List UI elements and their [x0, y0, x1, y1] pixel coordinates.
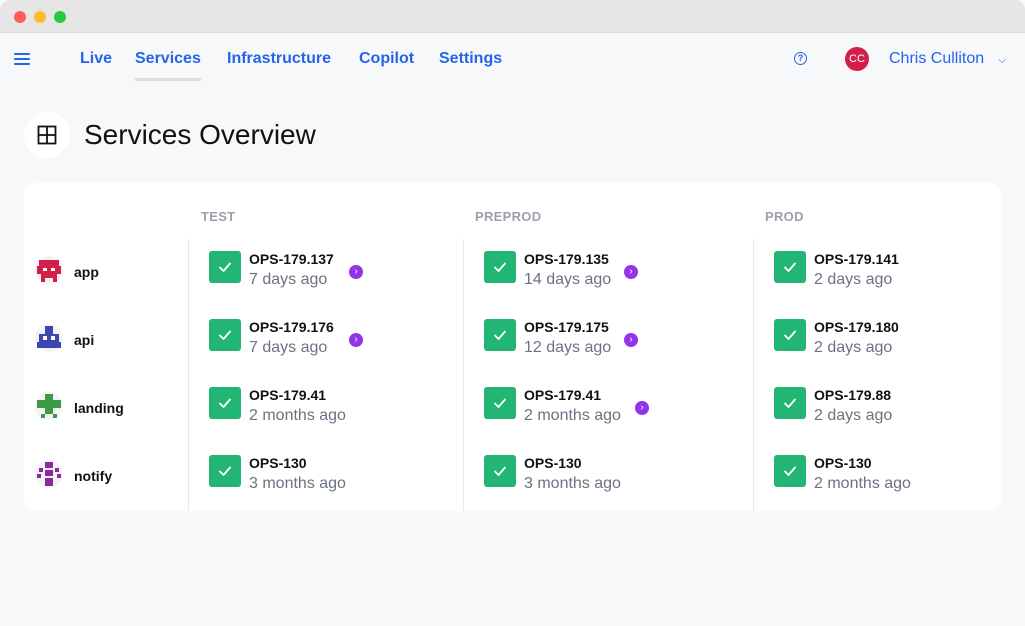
check-icon — [774, 319, 806, 351]
promote-arrow-icon[interactable]: › — [624, 333, 638, 347]
deployment-age: 14 days ago — [524, 271, 612, 288]
app-service-icon — [35, 255, 63, 289]
check-icon — [209, 319, 241, 351]
env-header-preprod: PREPROD — [475, 209, 542, 224]
deployment-version[interactable]: OPS-179.88 — [814, 387, 892, 403]
user-menu[interactable]: Chris Culliton — [889, 50, 984, 68]
deployment-age: 2 days ago — [814, 407, 893, 424]
deployment-cell[interactable]: OPS-179.88 2 days ago — [774, 387, 892, 426]
deployment-version[interactable]: OPS-130 — [524, 455, 621, 471]
service-row-landing[interactable]: landing — [35, 391, 124, 425]
deployment-version[interactable]: OPS-179.137 — [249, 251, 334, 267]
check-icon — [209, 455, 241, 487]
promote-arrow-icon[interactable]: › — [349, 333, 363, 347]
deployment-cell[interactable]: OPS-179.137 7 days ago — [209, 251, 334, 290]
api-service-icon — [35, 323, 63, 357]
tab-copilot[interactable]: Copilot — [359, 50, 414, 78]
deployment-age: 7 days ago — [249, 271, 328, 288]
check-icon — [209, 251, 241, 283]
check-icon — [484, 319, 516, 351]
help-icon[interactable]: ? — [794, 52, 807, 65]
service-row-api[interactable]: api — [35, 323, 94, 357]
deployment-age: 2 months ago — [814, 475, 911, 492]
menu-icon[interactable] — [14, 53, 30, 65]
service-name[interactable]: notify — [74, 468, 112, 484]
zoom-window-button[interactable] — [54, 11, 66, 23]
deployment-age: 2 months ago — [249, 407, 346, 424]
deployment-age: 3 months ago — [249, 475, 346, 492]
deployment-cell[interactable]: OPS-179.176 7 days ago — [209, 319, 334, 358]
deployment-age: 2 months ago — [524, 407, 621, 424]
deployment-version[interactable]: OPS-179.141 — [814, 251, 899, 267]
deployment-version[interactable]: OPS-179.180 — [814, 319, 899, 335]
app-window: Live Services Infrastructure Copilot Set… — [0, 0, 1025, 626]
deployment-version[interactable]: OPS-130 — [249, 455, 346, 471]
promote-arrow-icon[interactable]: › — [349, 265, 363, 279]
close-window-button[interactable] — [14, 11, 26, 23]
deployment-age: 7 days ago — [249, 339, 328, 356]
deployment-cell[interactable]: OPS-130 3 months ago — [209, 455, 346, 494]
deployment-age: 3 months ago — [524, 475, 621, 492]
tab-services[interactable]: Services — [135, 50, 201, 81]
deployment-version[interactable]: OPS-179.135 — [524, 251, 611, 267]
deployment-version[interactable]: OPS-179.175 — [524, 319, 611, 335]
promote-arrow-icon[interactable]: › — [635, 401, 649, 415]
env-header-prod: PROD — [765, 209, 804, 224]
service-name[interactable]: app — [74, 264, 99, 280]
promote-arrow-icon[interactable]: › — [624, 265, 638, 279]
deployment-cell[interactable]: OPS-130 2 months ago — [774, 455, 911, 494]
services-card: TEST PREPROD PROD app OPS-179.137 7 days a… — [24, 183, 1002, 511]
service-row-notify[interactable]: notify — [35, 459, 112, 493]
avatar[interactable]: CC — [845, 47, 869, 71]
deployment-cell[interactable]: OPS-179.141 2 days ago — [774, 251, 899, 290]
column-divider — [188, 239, 189, 511]
chevron-down-icon[interactable]: ⌵ — [998, 54, 1006, 67]
service-row-app[interactable]: app — [35, 255, 99, 289]
top-nav: Live Services Infrastructure Copilot Set… — [0, 32, 1025, 88]
column-divider — [753, 239, 754, 511]
service-name[interactable]: api — [74, 332, 94, 348]
deployment-cell[interactable]: OPS-179.135 14 days ago — [484, 251, 611, 290]
env-header-test: TEST — [201, 209, 236, 224]
deployment-cell[interactable]: OPS-179.180 2 days ago — [774, 319, 899, 358]
minimize-window-button[interactable] — [34, 11, 46, 23]
check-icon — [774, 387, 806, 419]
deployment-version[interactable]: OPS-179.41 — [524, 387, 621, 403]
deployment-age: 12 days ago — [524, 339, 612, 356]
landing-service-icon — [35, 391, 63, 425]
deployment-version[interactable]: OPS-179.176 — [249, 319, 334, 335]
tab-settings[interactable]: Settings — [439, 50, 502, 78]
check-icon — [484, 455, 516, 487]
column-divider — [463, 239, 464, 511]
page-title: Services Overview — [84, 119, 316, 150]
notify-service-icon — [35, 459, 63, 493]
check-icon — [774, 455, 806, 487]
deployment-cell[interactable]: OPS-179.41 2 months ago — [209, 387, 346, 426]
check-icon — [209, 387, 241, 419]
grid-icon — [24, 112, 70, 158]
title-bar — [0, 0, 1025, 33]
deployment-age: 2 days ago — [814, 339, 893, 356]
deployment-version[interactable]: OPS-179.41 — [249, 387, 346, 403]
deployment-version[interactable]: OPS-130 — [814, 455, 911, 471]
tab-live[interactable]: Live — [80, 50, 112, 78]
deployment-cell[interactable]: OPS-179.41 2 months ago — [484, 387, 621, 426]
deployment-cell[interactable]: OPS-130 3 months ago — [484, 455, 621, 494]
check-icon — [484, 387, 516, 419]
service-name[interactable]: landing — [74, 400, 124, 416]
deployment-age: 2 days ago — [814, 271, 893, 288]
check-icon — [774, 251, 806, 283]
deployment-cell[interactable]: OPS-179.175 12 days ago — [484, 319, 611, 358]
check-icon — [484, 251, 516, 283]
tab-infrastructure[interactable]: Infrastructure — [227, 50, 331, 78]
